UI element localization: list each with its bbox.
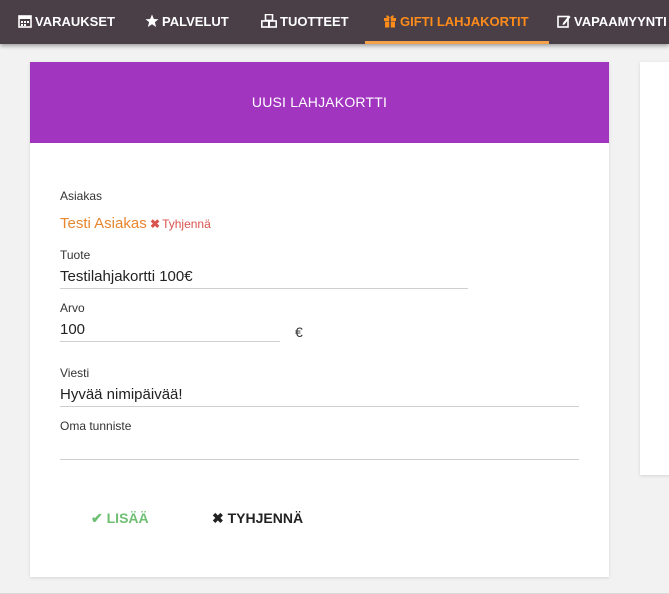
cubes-icon [261,14,277,28]
product-field[interactable]: Testilahjakortti 100€ [60,268,193,285]
customer-clear-label: Tyhjennä [162,217,211,231]
new-giftcard-card: UUSI LAHJAKORTTI Asiakas Testi Asiakas ✖… [30,62,609,577]
close-icon: ✖ [212,510,224,526]
value-field-underline [60,341,280,342]
nav-item-gifti-lahjakortit[interactable]: GIFTI LAHJAKORTIT [365,0,549,44]
message-field[interactable]: Hyvää nimipäivää! [60,386,183,403]
calendar-icon [18,15,32,28]
add-button[interactable]: ✔ LISÄÄ [91,510,149,527]
tag-field[interactable] [60,439,579,457]
side-panel [640,62,669,475]
tag-label: Oma tunniste [60,419,132,433]
tag-field-underline [60,459,579,460]
nav-label: VAPAAMYYNTI [574,14,667,29]
card-title: UUSI LAHJAKORTTI [30,62,609,143]
customer-label: Asiakas [60,189,103,203]
product-label: Tuote [60,248,91,262]
close-icon: ✖ [150,217,161,231]
top-navigation: VARAUKSET PALVELUT TUOTTEET GIFTI LAHJAK… [0,0,669,44]
edit-icon [557,15,571,28]
message-label: Viesti [60,366,90,380]
currency-label: € [295,324,303,340]
customer-clear-link[interactable]: ✖ Tyhjennä [150,217,211,231]
customer-name[interactable]: Testi Asiakas [60,215,147,232]
product-field-underline [60,288,468,289]
clear-button[interactable]: ✖ TYHJENNÄ [212,510,303,527]
add-button-label: LISÄÄ [106,510,149,526]
nav-item-palvelut[interactable]: PALVELUT [145,0,229,44]
nav-label: TUOTTEET [280,14,349,29]
nav-label: VARAUKSET [35,14,115,29]
gift-icon [384,15,396,28]
clear-button-label: TYHJENNÄ [227,510,304,526]
star-icon [145,14,159,27]
nav-item-tuotteet[interactable]: TUOTTEET [261,0,349,44]
value-label: Arvo [60,301,85,315]
nav-label: PALVELUT [162,14,229,29]
check-icon: ✔ [91,510,103,526]
message-field-underline [60,406,579,407]
nav-item-vapaamyynti[interactable]: VAPAAMYYNTI [557,0,667,44]
nav-label: GIFTI LAHJAKORTIT [400,14,529,29]
value-field[interactable]: 100 [60,321,85,338]
nav-item-varaukset[interactable]: VARAUKSET [18,0,115,44]
